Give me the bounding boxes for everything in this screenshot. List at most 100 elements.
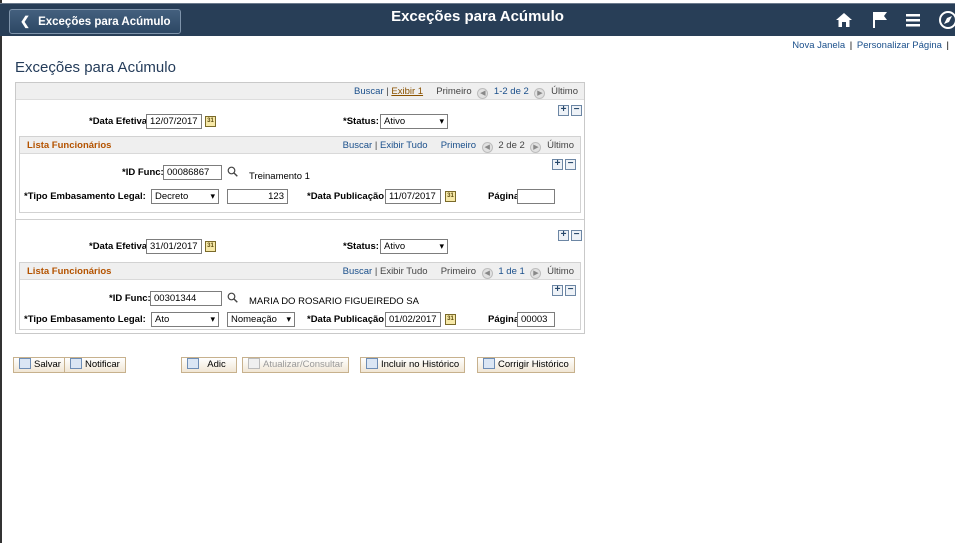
chevron-down-icon: ▾ [210,191,215,201]
embasamento-number-field[interactable]: 123 [227,189,288,204]
status-label: *Status: [343,116,379,127]
status-value: Ativo [384,241,406,252]
data-publicacao-label: *Data Publicação: [307,314,388,325]
list-buscar-link[interactable]: Buscar [343,266,373,277]
outer-nav: Buscar | Exibir 1 Primeiro ◀ 1-2 de 2 ▶ … [354,86,578,99]
outer-buscar-link[interactable]: Buscar [354,86,384,97]
add-row-button[interactable]: + [558,230,569,241]
id-func-label: *ID Func: [122,167,164,178]
employee-name: Treinamento 1 [249,171,310,182]
personalize-page-link[interactable]: Personalizar Página [857,40,942,51]
tipo-embasamento-select[interactable]: Ato ▾ [151,312,219,327]
add-row-button[interactable]: + [552,159,563,170]
home-icon[interactable] [835,11,853,29]
outer-primeiro-label: Primeiro [436,86,472,97]
outer-ultimo-label: Último [551,86,578,97]
menu-icon[interactable] [905,12,921,28]
correct-history-icon [483,358,495,369]
delete-row-button[interactable]: − [565,285,576,296]
id-func-label: *ID Func: [109,293,151,304]
include-history-button[interactable]: Incluir no Histórico [360,357,466,373]
list-exibir-tudo-link[interactable]: Exibir Tudo [380,266,428,277]
next-arrow-icon[interactable]: ▶ [530,268,542,279]
nav-separator: | [374,266,378,277]
list-exibir-tudo-link[interactable]: Exibir Tudo [380,140,428,151]
prev-arrow-icon[interactable]: ◀ [481,142,493,153]
pagina-field[interactable]: 00003 [517,312,555,327]
data-efetiva-field[interactable]: 31/01/2017 [146,239,202,254]
id-func-field[interactable]: 00086867 [163,165,222,180]
calendar-icon[interactable]: 31 [205,241,216,252]
list-buscar-link[interactable]: Buscar [343,140,373,151]
data-publicacao-field[interactable]: 11/07/2017 [385,189,441,204]
nomeacao-select[interactable]: Nomeação ▾ [227,312,295,327]
status-select[interactable]: Ativo ▾ [380,114,448,129]
nomeacao-value: Nomeação [231,314,277,325]
new-window-link[interactable]: Nova Janela [792,40,845,51]
add-row-button[interactable]: + [552,285,563,296]
correct-history-button[interactable]: Corrigir Histórico [477,357,575,373]
next-arrow-icon[interactable]: ▶ [534,88,546,99]
employee-list-nav: Buscar | Exibir Tudo Primeiro ◀ 1 de 1 ▶… [343,266,574,279]
next-arrow-icon[interactable]: ▶ [530,142,542,153]
save-button-label: Salvar [34,359,61,370]
tipo-embasamento-value: Ato [155,314,170,325]
prev-arrow-icon[interactable]: ◀ [481,268,493,279]
delete-row-button[interactable]: − [565,159,576,170]
status-label: *Status: [343,241,379,252]
nav-separator: | [386,86,389,97]
update-display-button[interactable]: Atualizar/Consultar [242,357,350,373]
page-links: Nova Janela | Personalizar Página | [792,40,951,51]
delete-row-button[interactable]: − [571,105,582,116]
chevron-down-icon: ▾ [210,314,215,324]
status-select[interactable]: Ativo ▾ [380,239,448,254]
flag-icon[interactable] [871,10,889,30]
list-range: 1 de 1 [498,266,525,277]
header-title: Exceções para Acúmulo [391,8,564,25]
calendar-icon[interactable]: 31 [445,191,456,202]
notify-icon [70,358,82,369]
tipo-embasamento-select[interactable]: Decreto ▾ [151,189,219,204]
compass-icon[interactable] [938,10,955,30]
add-row-button[interactable]: + [558,105,569,116]
add-button[interactable]: Adic [181,357,237,373]
notify-button-label: Notificar [85,359,120,370]
outer-exibir-link[interactable]: Exibir 1 [391,86,423,97]
link-separator: | [946,40,949,51]
pagina-field[interactable] [517,189,555,204]
employee-list-header: Lista Funcionários Buscar | Exibir Tudo … [20,137,580,154]
list-ultimo-label: Último [547,140,574,151]
chevron-down-icon: ▾ [439,241,444,251]
notify-button[interactable]: Notificar [64,357,126,373]
delete-row-button[interactable]: − [571,230,582,241]
record-divider [16,219,584,220]
page-title: Exceções para Acúmulo [15,59,176,76]
add-row-icon [187,358,199,369]
chevron-down-icon: ▾ [439,116,444,126]
prev-arrow-icon[interactable]: ◀ [477,88,489,99]
data-efetiva-label: *Data Efetiva: [89,241,151,252]
search-icon[interactable] [227,166,238,177]
employee-list-nav: Buscar | Exibir Tudo Primeiro ◀ 2 de 2 ▶… [343,140,574,153]
calendar-icon[interactable]: 31 [205,116,216,127]
list-primeiro-label: Primeiro [440,266,477,277]
chevron-down-icon: ▾ [286,314,291,324]
data-publicacao-field[interactable]: 01/02/2017 [385,312,441,327]
data-efetiva-field[interactable]: 12/07/2017 [146,114,202,129]
calendar-icon[interactable]: 31 [445,314,456,325]
outer-scroll-area: Buscar | Exibir 1 Primeiro ◀ 1-2 de 2 ▶ … [15,82,585,334]
employee-list-title: Lista Funcionários [27,266,112,277]
include-history-button-label: Incluir no Histórico [381,359,460,370]
employee-list-box: Lista Funcionários Buscar | Exibir Tudo … [19,262,581,330]
list-ultimo-label: Último [547,266,574,277]
id-func-field[interactable]: 00301344 [150,291,222,306]
save-button[interactable]: Salvar [13,357,67,373]
nav-separator: | [374,140,378,151]
employee-list-header: Lista Funcionários Buscar | Exibir Tudo … [20,263,580,280]
header-bar: ❮ Exceções para Acúmulo Exceções para Acú… [0,3,955,36]
search-icon[interactable] [227,292,238,303]
correct-history-button-label: Corrigir Histórico [498,359,569,370]
data-publicacao-label: *Data Publicação: [307,191,388,202]
employee-name: MARIA DO ROSARIO FIGUEIREDO SA [249,296,419,307]
list-primeiro-link[interactable]: Primeiro [441,140,476,151]
